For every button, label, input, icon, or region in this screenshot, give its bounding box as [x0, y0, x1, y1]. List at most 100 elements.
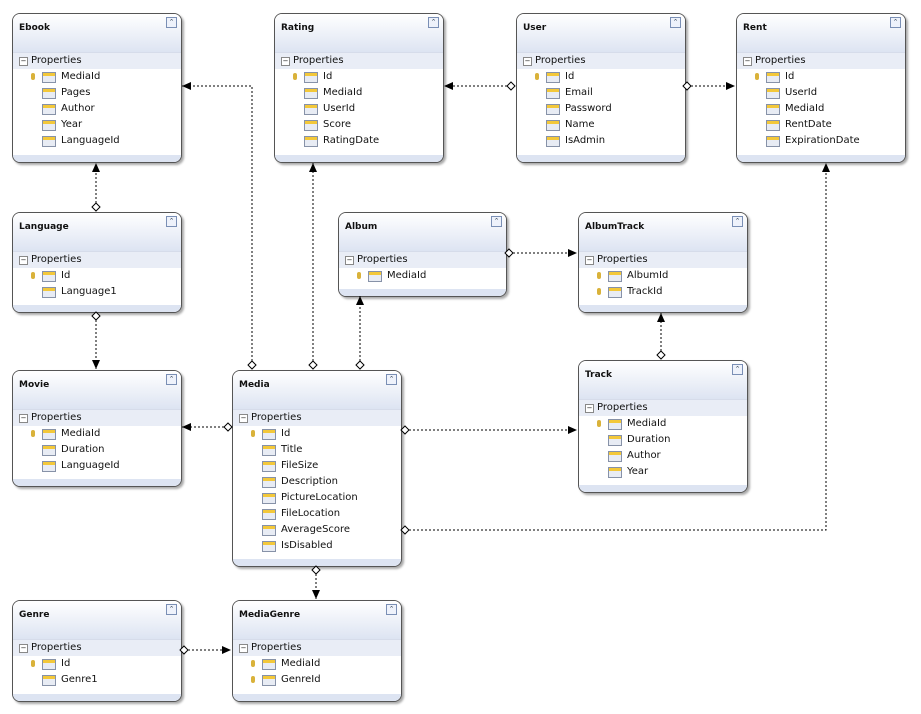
minus-icon[interactable]: −: [19, 256, 28, 265]
properties-section[interactable]: − Properties: [233, 639, 401, 656]
association-user-rating[interactable]: [444, 81, 516, 91]
property-row[interactable]: AverageScore: [233, 522, 401, 538]
property-row[interactable]: RatingDate: [275, 133, 443, 149]
properties-section[interactable]: − Properties: [579, 251, 747, 268]
property-row[interactable]: GenreId: [233, 672, 401, 688]
property-row[interactable]: IsAdmin: [517, 133, 685, 149]
association-genre-mediagenre[interactable]: [179, 645, 231, 655]
association-media-mediagenre[interactable]: [311, 565, 321, 599]
property-row[interactable]: MediaId: [275, 85, 443, 101]
property-row[interactable]: FileLocation: [233, 506, 401, 522]
property-row[interactable]: Author: [579, 448, 747, 464]
properties-section[interactable]: − Properties: [13, 251, 181, 268]
association-media-ebook[interactable]: [182, 82, 257, 370]
entity-album[interactable]: Album ⌃ − Properties MediaId: [338, 212, 507, 297]
property-row[interactable]: PictureLocation: [233, 490, 401, 506]
association-media-track[interactable]: [400, 425, 577, 435]
minus-icon[interactable]: −: [523, 57, 532, 66]
properties-section[interactable]: − Properties: [517, 52, 685, 69]
entity-albumtrack[interactable]: AlbumTrack ⌃ − Properties AlbumId TrackId: [578, 212, 748, 313]
property-row[interactable]: AlbumId: [579, 268, 747, 284]
association-media-album[interactable]: [355, 296, 365, 370]
entity-language[interactable]: Language ⌃ − Properties Id Language1: [12, 212, 182, 313]
property-row[interactable]: Year: [579, 464, 747, 480]
property-row[interactable]: RentDate: [737, 117, 905, 133]
minus-icon[interactable]: −: [345, 256, 354, 265]
property-row[interactable]: MediaId: [13, 426, 181, 442]
minus-icon[interactable]: −: [19, 644, 28, 653]
property-row[interactable]: Duration: [579, 432, 747, 448]
property-row[interactable]: MediaId: [233, 656, 401, 672]
properties-section[interactable]: − Properties: [13, 52, 181, 69]
minus-icon[interactable]: −: [281, 57, 290, 66]
property-row[interactable]: MediaId: [579, 416, 747, 432]
property-row[interactable]: Duration: [13, 442, 181, 458]
minus-icon[interactable]: −: [585, 404, 594, 413]
entity-rating[interactable]: Rating ⌃ − Properties Id MediaId UserId Score R…: [274, 13, 444, 163]
association-language-movie[interactable]: [91, 311, 101, 369]
collapse-icon[interactable]: ⌃: [386, 604, 397, 615]
property-row[interactable]: Pages: [13, 85, 181, 101]
property-row[interactable]: MediaId: [13, 69, 181, 85]
property-row[interactable]: Year: [13, 117, 181, 133]
property-row[interactable]: MediaId: [339, 268, 506, 284]
minus-icon[interactable]: −: [239, 644, 248, 653]
collapse-icon[interactable]: ⌃: [732, 216, 743, 227]
property-row[interactable]: Email: [517, 85, 685, 101]
property-row[interactable]: Language1: [13, 284, 181, 300]
collapse-icon[interactable]: ⌃: [670, 17, 681, 28]
association-user-rent[interactable]: [682, 81, 735, 91]
property-row[interactable]: LanguageId: [13, 458, 181, 474]
property-row[interactable]: ExpirationDate: [737, 133, 905, 149]
property-row[interactable]: Description: [233, 474, 401, 490]
collapse-icon[interactable]: ⌃: [732, 364, 743, 375]
property-row[interactable]: LanguageId: [13, 133, 181, 149]
entity-genre[interactable]: Genre ⌃ − Properties Id Genre1: [12, 600, 182, 702]
collapse-icon[interactable]: ⌃: [166, 604, 177, 615]
property-row[interactable]: UserId: [737, 85, 905, 101]
property-row[interactable]: Title: [233, 442, 401, 458]
minus-icon[interactable]: −: [585, 256, 594, 265]
property-row[interactable]: UserId: [275, 101, 443, 117]
association-media-movie[interactable]: [182, 422, 233, 432]
property-row[interactable]: MediaId: [737, 101, 905, 117]
property-row[interactable]: Author: [13, 101, 181, 117]
entity-media[interactable]: Media ⌃ − Properties Id Title FileSize Descrip…: [232, 370, 402, 567]
property-row[interactable]: Id: [517, 69, 685, 85]
property-row[interactable]: Id: [275, 69, 443, 85]
property-row[interactable]: Password: [517, 101, 685, 117]
collapse-icon[interactable]: ⌃: [386, 374, 397, 385]
property-row[interactable]: Id: [13, 268, 181, 284]
property-row[interactable]: FileSize: [233, 458, 401, 474]
entity-movie[interactable]: Movie ⌃ − Properties MediaId Duration Languag…: [12, 370, 182, 487]
collapse-icon[interactable]: ⌃: [491, 216, 502, 227]
properties-section[interactable]: − Properties: [275, 52, 443, 69]
entity-user[interactable]: User ⌃ − Properties Id Email Password Name IsAd…: [516, 13, 686, 163]
minus-icon[interactable]: −: [19, 414, 28, 423]
collapse-icon[interactable]: ⌃: [166, 17, 177, 28]
association-language-ebook[interactable]: [91, 163, 101, 212]
entity-mediagenre[interactable]: MediaGenre ⌃ − Properties MediaId GenreId: [232, 600, 402, 702]
association-media-rating[interactable]: [308, 163, 318, 370]
collapse-icon[interactable]: ⌃: [166, 216, 177, 227]
association-album-albumtrack[interactable]: [504, 248, 577, 258]
property-row[interactable]: Id: [13, 656, 181, 672]
property-row[interactable]: Genre1: [13, 672, 181, 688]
property-row[interactable]: Score: [275, 117, 443, 133]
collapse-icon[interactable]: ⌃: [166, 374, 177, 385]
collapse-icon[interactable]: ⌃: [428, 17, 439, 28]
entity-ebook[interactable]: Ebook ⌃ − Properties MediaId Pages Author Year…: [12, 13, 182, 163]
properties-section[interactable]: − Properties: [13, 409, 181, 426]
properties-section[interactable]: − Properties: [579, 399, 747, 416]
minus-icon[interactable]: −: [19, 57, 28, 66]
property-row[interactable]: TrackId: [579, 284, 747, 300]
properties-section[interactable]: − Properties: [233, 409, 401, 426]
property-row[interactable]: Id: [233, 426, 401, 442]
minus-icon[interactable]: −: [239, 414, 248, 423]
association-track-albumtrack[interactable]: [656, 313, 666, 360]
entity-track[interactable]: Track ⌃ − Properties MediaId Duration Author Y…: [578, 360, 748, 493]
property-row[interactable]: IsDisabled: [233, 538, 401, 554]
property-row[interactable]: Id: [737, 69, 905, 85]
property-row[interactable]: Name: [517, 117, 685, 133]
properties-section[interactable]: − Properties: [737, 52, 905, 69]
